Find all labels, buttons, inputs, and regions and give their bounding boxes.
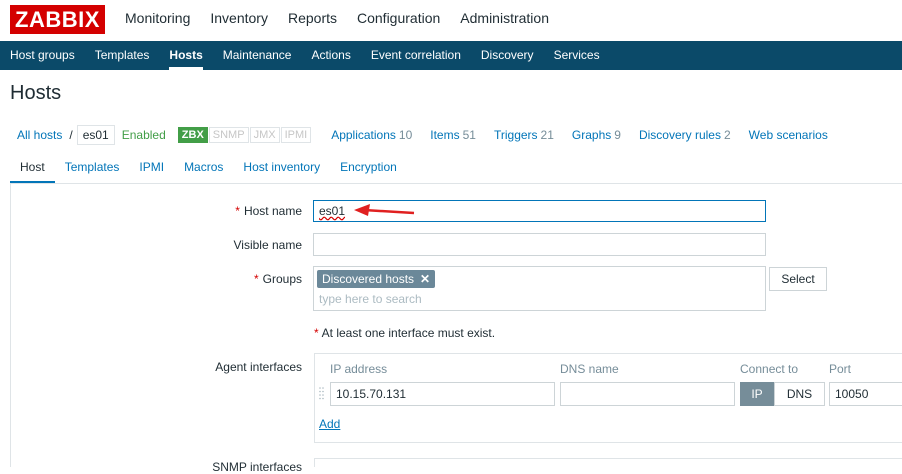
host-tabs: Host Templates IPMI Macros Host inventor… [10,155,902,184]
visible-name-input[interactable] [313,233,766,256]
agent-interfaces-label: Agent interfaces [215,360,302,374]
visible-name-label: Visible name [233,238,302,252]
connect-dns-toggle[interactable]: DNS [774,382,825,406]
discovery-rules-link[interactable]: Discovery rules 2 [639,128,731,142]
triggers-label: Triggers [493,128,538,142]
nav-monitoring[interactable]: Monitoring [125,10,190,26]
zbx-availability: ZBX [177,127,208,143]
web-scenarios-label: Web scenarios [748,128,828,142]
all-hosts-link[interactable]: All hosts [17,128,62,142]
items-link[interactable]: Items 51 [430,128,476,142]
current-host: es01 [76,125,115,145]
required-mark: * [253,272,259,286]
red-arrow-annotation [354,204,415,216]
graphs-count: 9 [614,128,621,142]
group-tag: Discovered hosts ✕ [317,270,436,288]
groups-label: * Groups [254,272,302,286]
applications-label: Applications [331,128,396,142]
nav-inventory[interactable]: Inventory [210,10,268,26]
host-status[interactable]: Enabled [122,128,166,142]
tab-macros[interactable]: Macros [174,155,233,183]
subnav-hosts[interactable]: Hosts [169,41,204,70]
port-header: Port [829,362,852,376]
subnav-actions[interactable]: Actions [311,41,350,70]
subnav-templates[interactable]: Templates [95,41,150,70]
nav-configuration[interactable]: Configuration [357,10,440,26]
subnav-host-groups[interactable]: Host groups [10,41,75,70]
tab-templates[interactable]: Templates [55,155,130,183]
graphs-link[interactable]: Graphs 9 [572,128,621,142]
groups-search-placeholder[interactable]: type here to search [319,292,422,306]
applications-link[interactable]: Applications 10 [331,128,412,142]
drag-handle-icon[interactable] [319,387,324,401]
ipmi-availability: IPMI [280,127,312,143]
host-name-label: * Host name [235,204,302,218]
subnav-event-correlation[interactable]: Event correlation [371,41,461,70]
dns-name-header: DNS name [560,362,619,376]
host-name-label-text: Host name [243,204,302,218]
tab-host-inventory[interactable]: Host inventory [233,155,330,183]
main-nav: Monitoring Inventory Reports Configurati… [125,10,569,26]
nav-reports[interactable]: Reports [288,10,337,26]
discovery-rules-count: 2 [723,128,731,142]
required-mark: * [314,326,319,340]
subnav-services[interactable]: Services [554,41,600,70]
host-breadcrumb: All hosts / es01 Enabled ZBX SNMP JMX IP… [10,124,831,146]
tab-encryption[interactable]: Encryption [330,155,407,183]
tab-ipmi[interactable]: IPMI [129,155,174,183]
host-name-value: es01 [319,204,346,218]
connect-ip-toggle[interactable]: IP [740,382,774,406]
interface-warning: * At least one interface must exist. [314,326,495,340]
page-title: Hosts [10,82,62,104]
discovery-rules-label: Discovery rules [638,128,721,142]
required-mark: * [235,204,240,218]
graphs-label: Graphs [571,128,612,142]
sub-nav: Host groups Templates Hosts Maintenance … [0,41,902,70]
subnav-discovery[interactable]: Discovery [481,41,534,70]
top-bar: ZABBIX Monitoring Inventory Reports Conf… [0,0,902,41]
web-scenarios-link[interactable]: Web scenarios [749,128,828,142]
breadcrumb-separator: / [69,128,73,142]
interface-warning-text: At least one interface must exist. [321,326,496,340]
groups-label-text: Groups [262,272,302,286]
snmp-availability: SNMP [208,127,249,143]
snmp-interfaces-label: SNMP interfaces [212,460,302,474]
availability-indicators: ZBX SNMP JMX IPMI [177,127,312,143]
jmx-availability: JMX [249,127,280,143]
snmp-interfaces-table [314,458,902,467]
applications-count: 10 [398,128,413,142]
nav-administration[interactable]: Administration [460,10,549,26]
select-groups-button[interactable]: Select [769,267,827,291]
items-count: 51 [462,128,476,142]
tab-host[interactable]: Host [10,155,55,183]
remove-tag-icon[interactable]: ✕ [420,272,430,286]
subnav-maintenance[interactable]: Maintenance [223,41,292,70]
triggers-count: 21 [540,128,554,142]
triggers-link[interactable]: Triggers 21 [494,128,554,142]
agent-ip-input[interactable]: 10.15.70.131 [330,382,555,406]
agent-dns-input[interactable] [560,382,735,406]
add-interface-link[interactable]: Add [319,417,340,431]
agent-port-input[interactable]: 10050 [829,382,902,406]
connect-to-header: Connect to [740,362,799,376]
group-tag-label: Discovered hosts [322,272,415,286]
items-label: Items [430,128,460,142]
ip-address-header: IP address [330,362,388,376]
zabbix-logo[interactable]: ZABBIX [10,5,105,34]
